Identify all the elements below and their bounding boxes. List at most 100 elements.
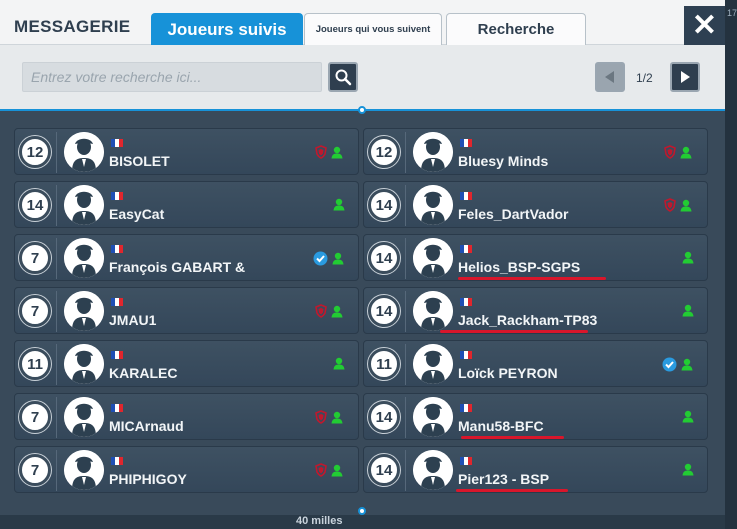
player-name[interactable]: PHIPHIGOY — [109, 471, 187, 487]
magnifier-icon — [335, 69, 352, 86]
player-name[interactable]: Pier123 - BSP — [458, 471, 549, 487]
arrow-left-icon — [605, 71, 614, 83]
sailor-avatar-icon — [413, 450, 453, 490]
previous-page-button[interactable] — [595, 62, 625, 92]
search-bar: 1/2 — [0, 45, 725, 110]
verified-badge-icon — [313, 251, 328, 266]
player-card[interactable]: 11 KARALEC — [14, 340, 359, 387]
tab-followed-players[interactable]: Joueurs suivis — [151, 13, 303, 45]
avatar — [413, 238, 453, 278]
messaging-window: MESSAGERIE Joueurs suivis Joueurs qui vo… — [0, 0, 725, 515]
card-separator — [405, 291, 406, 332]
tab-search[interactable]: Recherche — [446, 13, 586, 45]
status-icons — [664, 145, 692, 159]
status-icons — [682, 410, 694, 423]
avatar — [64, 344, 104, 384]
level-badge: 7 — [19, 242, 51, 274]
player-card[interactable]: 14 Jack_Rackham-TP83 — [363, 287, 708, 334]
status-icons — [664, 198, 692, 212]
card-separator — [405, 132, 406, 173]
sailor-avatar-icon — [64, 450, 104, 490]
avatar — [64, 291, 104, 331]
avatar — [64, 185, 104, 225]
player-card[interactable]: 7 JMAU1 — [14, 287, 359, 334]
player-name[interactable]: KARALEC — [109, 365, 177, 381]
player-name[interactable]: Jack_Rackham-TP83 — [458, 312, 597, 328]
divider-knob-top — [358, 106, 366, 114]
shield-icon — [664, 145, 676, 159]
level-badge: 7 — [19, 401, 51, 433]
player-card[interactable]: 14 EasyCat — [14, 181, 359, 228]
france-flag-icon — [111, 245, 123, 253]
level-badge: 7 — [19, 295, 51, 327]
avatar — [64, 132, 104, 172]
status-icons — [682, 463, 694, 476]
player-card[interactable]: 14 Manu58-BFC — [363, 393, 708, 440]
next-page-button[interactable] — [670, 62, 700, 92]
player-card[interactable]: 12 BISOLET — [14, 128, 359, 175]
player-name[interactable]: Loïck PEYRON — [458, 365, 558, 381]
avatar — [64, 397, 104, 437]
france-flag-icon — [111, 298, 123, 306]
search-button[interactable] — [328, 62, 358, 92]
player-card[interactable]: 7 François GABART & — [14, 234, 359, 281]
player-name[interactable]: Feles_DartVador — [458, 206, 569, 222]
player-card[interactable]: 11 Loïck PEYRON — [363, 340, 708, 387]
arrow-right-icon — [681, 71, 690, 83]
avatar — [413, 185, 453, 225]
level-badge: 14 — [368, 242, 400, 274]
highlight-underline — [461, 436, 564, 439]
online-user-icon — [333, 357, 345, 370]
player-name[interactable]: JMAU1 — [109, 312, 156, 328]
france-flag-icon — [111, 139, 123, 147]
online-user-icon — [682, 304, 694, 317]
tab-followers[interactable]: Joueurs qui vous suivent — [304, 13, 442, 45]
player-card[interactable]: 7 PHIPHIGOY — [14, 446, 359, 493]
online-user-icon — [331, 146, 343, 158]
shield-icon — [315, 410, 327, 424]
france-flag-icon — [460, 192, 472, 200]
highlight-underline — [458, 277, 606, 280]
player-card[interactable]: 14 Pier123 - BSP — [363, 446, 708, 493]
france-flag-icon — [111, 351, 123, 359]
card-separator — [405, 344, 406, 385]
card-separator — [56, 344, 57, 385]
search-input[interactable] — [22, 62, 322, 92]
background-distance-text: 40 milles — [296, 515, 343, 527]
close-button[interactable]: ✕ — [684, 6, 725, 45]
player-name[interactable]: Helios_BSP-SGPS — [458, 259, 580, 275]
status-icons — [682, 304, 694, 317]
level-badge: 12 — [19, 136, 51, 168]
player-card[interactable]: 12 Bluesy Minds — [363, 128, 708, 175]
online-user-icon — [682, 251, 694, 264]
highlight-underline — [456, 489, 568, 492]
player-card[interactable]: 14 Helios_BSP-SGPS — [363, 234, 708, 281]
page-indicator: 1/2 — [636, 71, 653, 85]
online-user-icon — [681, 358, 693, 371]
status-icons — [313, 251, 344, 266]
player-name[interactable]: EasyCat — [109, 206, 164, 222]
sailor-avatar-icon — [413, 397, 453, 437]
level-badge: 11 — [368, 348, 400, 380]
online-user-icon — [682, 463, 694, 476]
player-card[interactable]: 14 Feles_DartVador — [363, 181, 708, 228]
sailor-avatar-icon — [413, 238, 453, 278]
status-icons — [315, 145, 343, 159]
player-name[interactable]: Manu58-BFC — [458, 418, 544, 434]
online-user-icon — [331, 305, 343, 317]
player-name[interactable]: Bluesy Minds — [458, 153, 548, 169]
sailor-avatar-icon — [64, 344, 104, 384]
divider-knob-bottom — [358, 507, 366, 515]
window-title: MESSAGERIE — [14, 17, 131, 36]
avatar — [413, 291, 453, 331]
avatar — [413, 344, 453, 384]
card-separator — [56, 238, 57, 279]
level-badge: 7 — [19, 454, 51, 486]
player-name[interactable]: BISOLET — [109, 153, 170, 169]
verified-badge-icon — [662, 357, 677, 372]
player-name[interactable]: MICArnaud — [109, 418, 184, 434]
sailor-avatar-icon — [64, 397, 104, 437]
status-icons — [315, 304, 343, 318]
player-name[interactable]: François GABART & — [109, 259, 245, 275]
player-card[interactable]: 7 MICArnaud — [14, 393, 359, 440]
